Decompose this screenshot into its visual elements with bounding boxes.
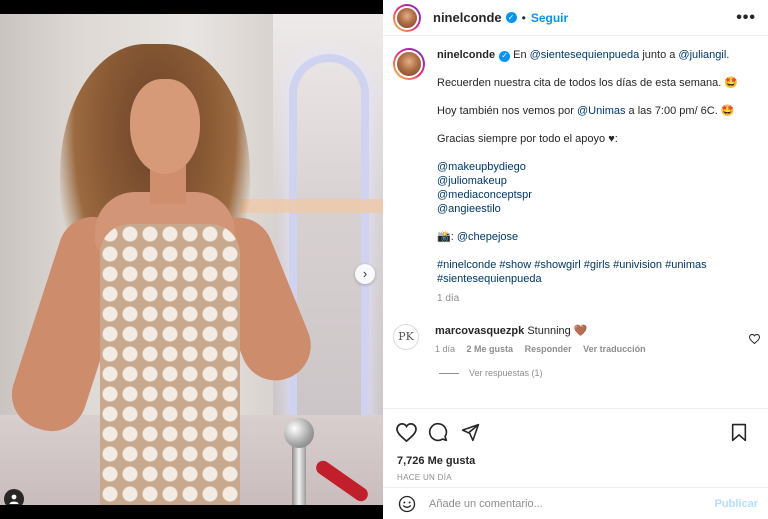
person-face — [130, 79, 200, 174]
person-dress — [100, 224, 240, 505]
view-replies-button[interactable]: Ver respuestas (1) — [439, 368, 768, 378]
commenter-username[interactable]: marcovasquezpk — [435, 325, 524, 337]
caption-timestamp[interactable]: 1 día — [437, 292, 756, 306]
stanchion-ball — [284, 418, 314, 448]
verified-badge-icon: ✓ — [505, 12, 517, 23]
caption-text: Hoy también nos vemos por — [437, 105, 578, 117]
commenter-avatar[interactable]: PK — [393, 324, 419, 350]
caption-avatar[interactable] — [393, 48, 425, 80]
mention-link[interactable]: @angieestilo — [437, 203, 501, 215]
caption-line: Recuerden nuestra cita de todos los días… — [437, 77, 739, 89]
comment-item: PK marcovasquezpk Stunning 🤎 1 día 2 Me … — [383, 324, 768, 354]
post-actions: 7,726 Me gusta HACE UN DÍA Publicar — [383, 408, 768, 519]
user-icon — [9, 494, 19, 504]
mention-link[interactable]: @mediaconceptspr — [437, 189, 532, 201]
tagged-users-button[interactable] — [4, 489, 24, 505]
mention-link[interactable]: @juliangil — [678, 49, 726, 61]
more-options-icon[interactable]: ••• — [736, 9, 756, 27]
comment-body: marcovasquezpk Stunning 🤎 1 día 2 Me gus… — [435, 324, 735, 354]
follow-button[interactable]: Seguir — [531, 11, 568, 25]
caption-text: En — [513, 49, 530, 61]
background-stripe — [240, 199, 383, 213]
comment-likes[interactable]: 2 Me gusta — [467, 344, 514, 354]
post-caption: ninelconde ✓ En @sientesequienpueda junto… — [383, 42, 768, 306]
comment-bubble-icon[interactable] — [427, 421, 449, 443]
author-username[interactable]: ninelconde — [433, 10, 502, 25]
caption-text: junto a — [639, 49, 679, 61]
hashtag-link[interactable]: #sientesequienpueda — [437, 273, 542, 285]
caption-line: Gracias siempre por todo el apoyo ♥: — [437, 133, 618, 145]
comment-timestamp[interactable]: 1 día — [435, 344, 455, 354]
share-send-icon[interactable] — [459, 421, 481, 443]
mention-link[interactable]: @juliomakeup — [437, 175, 507, 187]
post-media[interactable]: › — [0, 0, 383, 519]
reply-button[interactable]: Responder — [525, 344, 572, 354]
post-date[interactable]: HACE UN DÍA — [383, 467, 768, 482]
likes-count[interactable]: 7,726 Me gusta — [383, 443, 768, 467]
carousel-next-button[interactable]: › — [355, 264, 375, 284]
author-avatar[interactable] — [393, 3, 421, 32]
comment-input[interactable] — [429, 497, 699, 510]
comment-like-heart-icon[interactable] — [748, 333, 761, 347]
comment-meta: 1 día 2 Me gusta Responder Ver traducció… — [435, 344, 735, 354]
post-header: ninelconde ✓ • Seguir ••• — [383, 0, 768, 36]
add-comment-bar: Publicar — [383, 487, 768, 519]
hashtag-links[interactable]: #ninelconde #show #showgirl #girls #univ… — [437, 259, 707, 271]
post-sidebar: ninelconde ✓ • Seguir ••• ninelconde ✓ En… — [383, 0, 768, 519]
save-bookmark-icon[interactable] — [728, 421, 750, 443]
caption-username[interactable]: ninelconde — [437, 49, 495, 61]
mention-link[interactable]: @makeupbydiego — [437, 161, 526, 173]
mention-link[interactable]: @sientesequienpueda — [530, 49, 640, 61]
publish-button[interactable]: Publicar — [715, 498, 758, 510]
emoji-smiley-icon[interactable] — [397, 494, 417, 514]
mention-link[interactable]: @chepejose — [457, 231, 518, 243]
action-icons — [383, 409, 768, 443]
like-heart-icon[interactable] — [395, 421, 417, 443]
camera-label: 📸: — [437, 231, 457, 243]
replies-divider — [439, 372, 459, 374]
caption-body: ninelconde ✓ En @sientesequienpueda junto… — [437, 48, 756, 306]
view-replies-label: Ver respuestas (1) — [469, 368, 543, 378]
mention-link[interactable]: @Unimas — [577, 105, 625, 117]
caption-text: a las 7:00 pm/ 6C. 🤩 — [625, 105, 735, 117]
comment-text: Stunning 🤎 — [524, 325, 588, 337]
header-separator: • — [521, 10, 526, 25]
post-photo[interactable]: › — [0, 14, 383, 505]
comments-section[interactable]: ninelconde ✓ En @sientesequienpueda junto… — [383, 42, 768, 407]
verified-badge-icon: ✓ — [499, 50, 511, 62]
caption-text: . — [726, 49, 730, 61]
translate-button[interactable]: Ver traducción — [583, 344, 646, 354]
